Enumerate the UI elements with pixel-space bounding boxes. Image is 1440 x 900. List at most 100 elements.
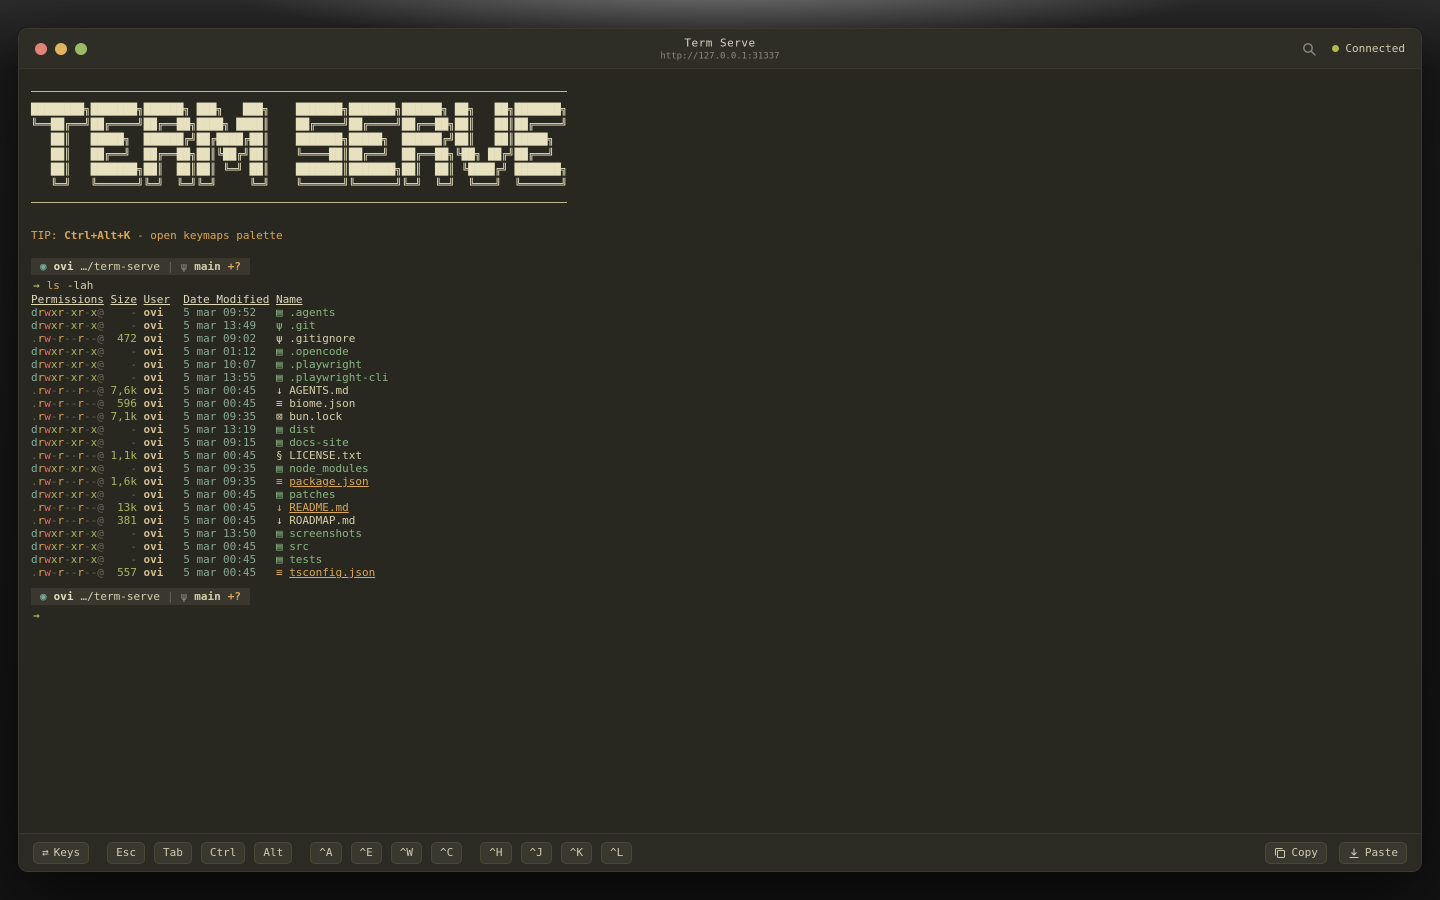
file-row: .rw-r--r--@ 596 ovi 5 mar 00:45 ≡ biome.json	[31, 397, 1407, 410]
search-icon[interactable]	[1302, 42, 1317, 56]
file-permissions: .rw-r--r--@	[31, 449, 104, 462]
file-name: .playwright	[289, 358, 363, 371]
terminal-screen[interactable]: ████████╗███████╗██████╗ ███╗ ███╗ █████…	[19, 69, 1421, 833]
file-permissions: drwxr-xr-x@	[31, 423, 104, 436]
column-gap	[104, 423, 111, 436]
folder-icon: ▤	[275, 306, 283, 319]
column-gap	[170, 527, 183, 540]
key-button-ctrl-k[interactable]: ^K	[560, 841, 592, 864]
column-gap	[137, 423, 144, 436]
os-icon: ◉	[40, 260, 47, 273]
file-row: drwxr-xr-x@ - ovi 5 mar 00:45 ▤ patches	[31, 488, 1407, 501]
file-date: 5 mar 09:02	[183, 332, 257, 345]
file-row: .rw-r--r--@ 557 ovi 5 mar 00:45 ≡ tsconfig.js…	[31, 566, 1407, 579]
column-gap	[104, 566, 111, 579]
prompt-arrow-icon: →	[33, 279, 40, 292]
file-name: screenshots	[289, 527, 363, 540]
banner: ████████╗███████╗██████╗ ███╗ ███╗ █████…	[31, 91, 568, 203]
file-name: biome.json	[289, 397, 356, 410]
shell-prompt: ◉ ovi …/term-serve | ψ main +?	[31, 258, 250, 275]
key-button-ctrl-c[interactable]: ^C	[431, 841, 463, 864]
file-row: drwxr-xr-x@ - ovi 5 mar 01:12 ▤ .opencode	[31, 345, 1407, 358]
folder-icon: ▤	[275, 540, 283, 553]
column-gap	[170, 358, 183, 371]
column-gap	[104, 514, 111, 527]
key-button-ctrl-e[interactable]: ^E	[350, 841, 382, 864]
column-gap	[269, 410, 276, 423]
key-button-tab[interactable]: Tab	[154, 841, 192, 864]
copy-button-label: Copy	[1291, 845, 1318, 859]
column-gap	[137, 553, 144, 566]
column-gap	[170, 319, 183, 332]
column-gap	[269, 319, 276, 332]
cursor-line[interactable]: →	[33, 609, 1407, 622]
keys-button-label: Keys	[53, 845, 81, 859]
column-gap	[269, 293, 276, 306]
file-name: LICENSE.txt	[289, 449, 363, 462]
file-owner: ovi	[143, 436, 164, 449]
paste-button[interactable]: Paste	[1338, 841, 1407, 864]
zoom-window-button[interactable]	[75, 42, 87, 55]
file-owner: ovi	[143, 449, 164, 462]
file-date: 5 mar 13:49	[183, 319, 257, 332]
connected-label: Connected	[1345, 42, 1405, 55]
column-gap	[170, 462, 183, 475]
keys-button[interactable]: ⇄ Keys	[33, 841, 90, 864]
file-row: .rw-r--r--@ 7,1k ovi 5 mar 09:35 ⊠ bun.lock	[31, 410, 1407, 423]
git-branch-icon: ψ	[180, 260, 188, 273]
file-row: drwxr-xr-x@ - ovi 5 mar 09:15 ▤ docs-site	[31, 436, 1407, 449]
prompt-arrow-icon: →	[33, 609, 40, 622]
file-date: 5 mar 00:45	[183, 540, 257, 553]
column-gap	[269, 488, 276, 501]
file-name: patches	[289, 488, 336, 501]
paste-icon	[1348, 847, 1360, 859]
close-window-button[interactable]	[35, 42, 47, 55]
file-date: 5 mar 00:45	[183, 488, 257, 501]
column-gap	[269, 566, 276, 579]
column-gap	[170, 436, 183, 449]
column-gap	[269, 345, 276, 358]
file-row: .rw-r--r--@ 381 ovi 5 mar 00:45 ↓ ROADMAP.md	[31, 514, 1407, 527]
copy-button[interactable]: Copy	[1265, 841, 1327, 864]
file-date: 5 mar 09:35	[183, 410, 257, 423]
file-owner: ovi	[143, 319, 164, 332]
file-name[interactable]: package.json	[289, 475, 368, 488]
titlebar: Term Serve http://127.0.0.1:31337 Connec…	[19, 29, 1421, 69]
prompt-user: ovi	[53, 260, 74, 273]
column-gap	[269, 306, 276, 319]
folder-icon: ▤	[275, 423, 283, 436]
file-name: tests	[289, 553, 323, 566]
key-button-ctrl-h[interactable]: ^H	[480, 841, 512, 864]
column-gap	[137, 527, 144, 540]
column-gap	[137, 384, 144, 397]
column-gap	[170, 514, 183, 527]
os-icon: ◉	[40, 590, 47, 603]
file-name[interactable]: README.md	[289, 501, 349, 514]
file-listing: Permissions Size User Date Modified Name drw…	[31, 293, 1407, 579]
column-gap	[104, 345, 111, 358]
file-owner: ovi	[143, 384, 164, 397]
file-size: 1,6k	[110, 475, 137, 488]
key-button-alt[interactable]: Alt	[254, 841, 293, 864]
key-button-esc[interactable]: Esc	[107, 841, 145, 864]
file-date: 5 mar 13:50	[183, 527, 257, 540]
minimize-window-button[interactable]	[55, 42, 67, 55]
markdown-icon: ↓	[275, 514, 283, 527]
file-name[interactable]: tsconfig.json	[289, 566, 375, 579]
file-name: .playwright-cli	[289, 371, 389, 384]
git-icon: ψ	[275, 332, 283, 345]
key-button-ctrl[interactable]: Ctrl	[200, 841, 246, 864]
key-button-ctrl-w[interactable]: ^W	[390, 841, 422, 864]
file-size: 1,1k	[110, 449, 137, 462]
column-gap	[269, 540, 276, 553]
key-button-ctrl-a[interactable]: ^A	[310, 841, 342, 864]
column-header: Size	[110, 293, 137, 306]
file-date: 5 mar 10:07	[183, 358, 257, 371]
key-button-ctrl-j[interactable]: ^J	[520, 841, 552, 864]
command-args: -lah	[66, 279, 94, 292]
file-owner: ovi	[143, 371, 164, 384]
key-button-ctrl-l[interactable]: ^L	[601, 841, 633, 864]
file-size: -	[130, 423, 137, 436]
file-row: drwxr-xr-x@ - ovi 5 mar 09:52 ▤ .agents	[31, 306, 1407, 319]
file-size: -	[130, 306, 137, 319]
